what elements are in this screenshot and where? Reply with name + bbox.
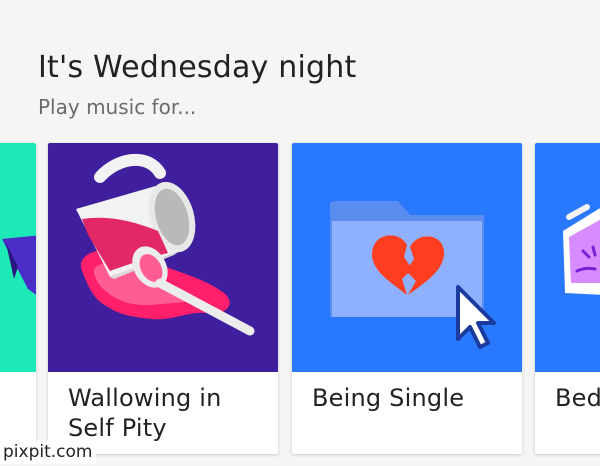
purple-shape-icon: [2, 235, 36, 295]
alarm-clock-icon: [563, 204, 600, 295]
card-label: Wallowing in Self Pity: [68, 384, 222, 442]
playlist-card-being-single[interactable]: Being Single: [292, 143, 522, 454]
card-artwork: [0, 143, 36, 372]
playlist-card[interactable]: [0, 143, 36, 454]
card-artwork: [48, 143, 278, 372]
card-artwork: [292, 143, 522, 372]
card-label: Bed: [555, 384, 600, 412]
section-subtitle: Play music for...: [38, 95, 197, 119]
watermark: pixpit.com: [0, 440, 97, 464]
folder-broken-heart-icon: [330, 201, 496, 349]
playlist-card-bed[interactable]: Bed: [535, 143, 600, 454]
section-title: It's Wednesday night: [38, 50, 357, 85]
playlist-card-wallowing[interactable]: Wallowing in Self Pity: [48, 143, 278, 454]
card-artwork: [535, 143, 600, 372]
spilled-cup-icon: [76, 153, 255, 336]
music-suggestions-screen: It's Wednesday night Play music for... W…: [0, 0, 600, 466]
card-label: Being Single: [312, 384, 465, 412]
